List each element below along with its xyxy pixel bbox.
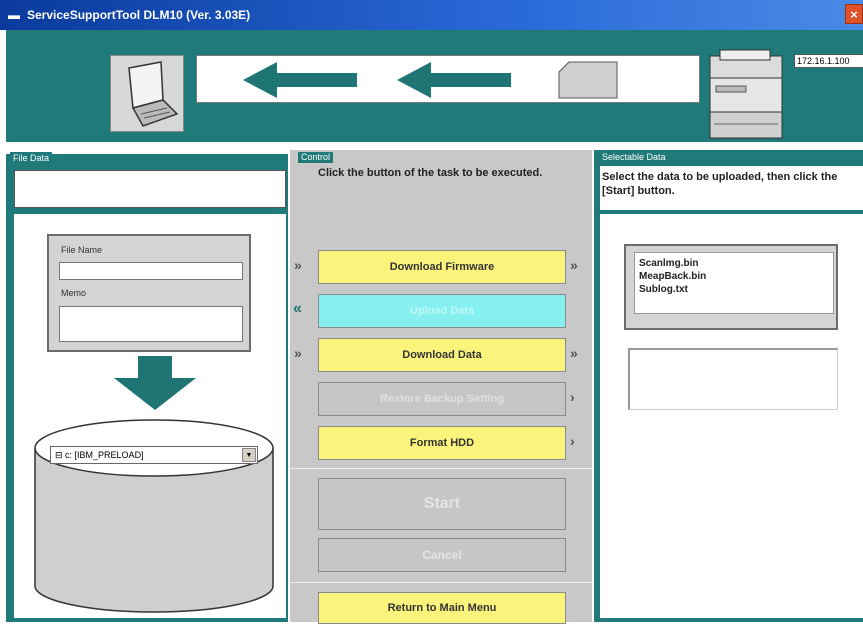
close-button[interactable]: ×: [845, 4, 863, 24]
list-item[interactable]: MeapBack.bin: [635, 270, 833, 283]
laptop-icon: [110, 55, 184, 132]
control-group-label: Control: [298, 152, 334, 163]
double-chevron-right-icon: »: [570, 345, 578, 361]
download-firmware-button[interactable]: Download Firmware: [318, 250, 566, 284]
transfer-direction-panel: [196, 55, 700, 103]
down-arrow-icon: [114, 356, 196, 410]
memo-label: Memo: [61, 288, 87, 298]
divider: [290, 468, 592, 469]
return-main-menu-button[interactable]: Return to Main Menu: [318, 592, 566, 624]
restore-backup-button[interactable]: Restore Backup Setting: [318, 382, 566, 416]
drive-select-value: ⊟ c: [IBM_PRELOAD]: [55, 450, 144, 460]
double-chevron-right-icon: »: [570, 257, 578, 273]
double-chevron-right-icon: »: [294, 257, 302, 273]
window-title: ServiceSupportTool DLM10 (Ver. 3.03E): [27, 8, 251, 22]
chevron-right-icon: ›: [570, 433, 575, 449]
file-name-field[interactable]: [59, 262, 243, 280]
chevron-down-icon[interactable]: ▼: [242, 448, 256, 462]
title-bar: ▬ ServiceSupportTool DLM10 (Ver. 3.03E) …: [0, 0, 863, 30]
selectable-data-group-label: Selectable Data: [602, 152, 666, 162]
control-instruction: Click the button of the task to be execu…: [318, 167, 543, 179]
double-chevron-left-icon: «: [293, 300, 302, 317]
download-data-button[interactable]: Download Data: [318, 338, 566, 372]
left-arrow-icon: [397, 62, 511, 98]
data-list[interactable]: Scanlmg.bin MeapBack.bin Sublog.txt: [634, 252, 834, 314]
app-icon: ▬: [8, 8, 20, 22]
list-item[interactable]: Scanlmg.bin: [635, 257, 833, 270]
printer-icon: [706, 48, 788, 142]
chevron-right-icon: ›: [570, 389, 575, 405]
list-item[interactable]: Sublog.txt: [635, 283, 833, 296]
file-name-label: File Name: [61, 245, 103, 255]
upload-data-button[interactable]: Upload Data: [318, 294, 566, 328]
storage-card-icon: [558, 61, 618, 99]
double-chevron-right-icon: »: [294, 345, 302, 361]
drive-select[interactable]: ⊟ c: [IBM_PRELOAD] ▼: [50, 446, 258, 464]
ip-address-label: 172.16.1.100: [794, 54, 863, 68]
file-info-card: File Name Memo: [47, 234, 251, 352]
selected-data-box[interactable]: [628, 348, 838, 410]
format-hdd-button[interactable]: Format HDD: [318, 426, 566, 460]
left-arrow-icon: [243, 62, 357, 98]
cancel-button[interactable]: Cancel: [318, 538, 566, 572]
file-data-group-label: File Data: [10, 152, 53, 164]
memo-field[interactable]: [59, 306, 243, 342]
file-path-display: [14, 170, 286, 208]
divider: [290, 582, 592, 583]
selectable-instruction: Select the data to be uploaded, then cli…: [602, 171, 838, 197]
start-button[interactable]: Start: [318, 478, 566, 530]
data-list-card: Scanlmg.bin MeapBack.bin Sublog.txt: [624, 244, 838, 330]
connection-banner: 172.16.1.100: [6, 30, 863, 142]
